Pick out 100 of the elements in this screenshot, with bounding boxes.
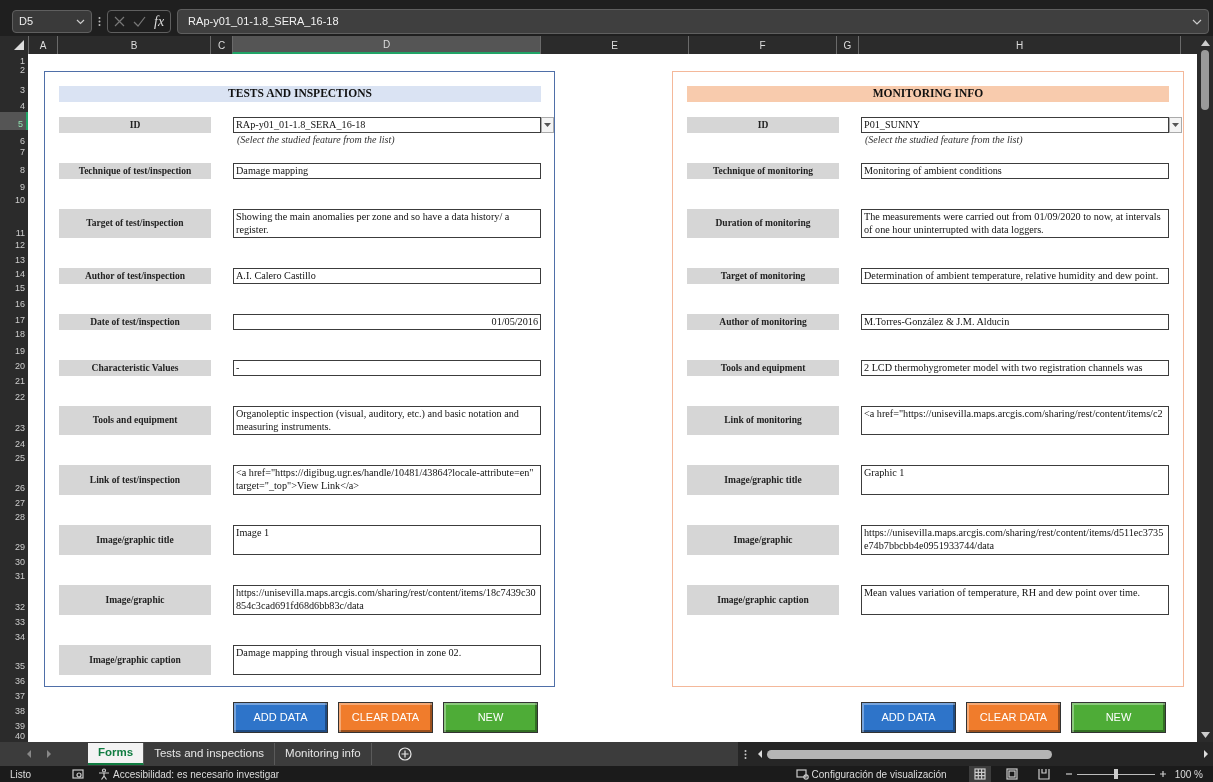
row-header[interactable]: 34 — [0, 628, 28, 643]
row-header[interactable]: 7 — [0, 147, 28, 158]
input-field[interactable]: M.Torres-González & J.M. Alducin — [861, 314, 1169, 330]
view-button[interactable] — [968, 766, 991, 782]
dropdown-field[interactable]: P01_SUNNY — [861, 117, 1169, 133]
row-header[interactable]: 18 — [0, 326, 28, 340]
row-header[interactable]: 1 — [0, 54, 28, 67]
row-header[interactable]: 37 — [0, 687, 28, 702]
input-field[interactable]: A.I. Calero Castillo — [233, 268, 541, 284]
row-header[interactable]: 17 — [0, 310, 28, 326]
row-header[interactable]: 3 — [0, 76, 28, 96]
macro-record-icon[interactable] — [72, 768, 84, 780]
input-field[interactable]: <a href="https://unisevilla.maps.arcgis.com/sharing/rest/content/items/c2 — [861, 406, 1169, 435]
next-sheet-icon[interactable] — [46, 750, 52, 758]
row-header[interactable]: 4 — [0, 96, 28, 112]
row-header[interactable]: 35 — [0, 643, 28, 672]
accessibility-icon[interactable] — [98, 768, 110, 780]
row-header[interactable]: 2 — [0, 67, 28, 76]
input-field[interactable]: Graphic 1 — [861, 465, 1169, 495]
select-all-icon[interactable] — [14, 40, 24, 50]
row-header[interactable]: 27 — [0, 494, 28, 509]
input-field[interactable]: The measurements were carried out from 01/09/2020 to now, at intervals of one hour uninterrupted with data loggers. — [861, 209, 1169, 238]
row-header[interactable]: 15 — [0, 280, 28, 294]
zoom-level[interactable]: 100 % — [1174, 766, 1203, 782]
input-field[interactable]: 2 LCD thermohygrometer model with two registration channels was — [861, 360, 1169, 376]
row-header[interactable]: 26 — [0, 464, 28, 494]
input-field[interactable]: https://unisevilla.maps.arcgis.com/sharing/rest/content/items/18c7439c30854c3cad691fd68d6bb83c/data — [233, 585, 541, 615]
scroll-down-icon[interactable] — [1200, 732, 1210, 738]
row-header[interactable]: 30 — [0, 553, 28, 568]
action-button[interactable]: ADD DATA — [233, 702, 328, 733]
scroll-up-icon[interactable] — [1200, 40, 1210, 46]
input-field[interactable]: Determination of ambient temperature, relative humidity and dew point. — [861, 268, 1169, 284]
row-header[interactable]: 29 — [0, 523, 28, 553]
row-header[interactable]: 10 — [0, 193, 28, 206]
row-header[interactable]: 11 — [0, 206, 28, 239]
row-header[interactable]: 20 — [0, 357, 28, 372]
row-header[interactable]: 24 — [0, 434, 28, 450]
row-header[interactable]: 6 — [0, 130, 28, 147]
insert-function-button[interactable]: fx — [154, 11, 165, 32]
dropdown-button[interactable] — [541, 117, 554, 133]
row-header[interactable]: 23 — [0, 403, 28, 434]
row-header[interactable]: 40 — [0, 732, 28, 742]
input-field[interactable]: Mean values variation of temperature, RH and dew point over time. — [861, 585, 1169, 615]
more-icon[interactable] — [744, 748, 747, 760]
row-header[interactable]: 25 — [0, 450, 28, 464]
caret-icon — [1172, 123, 1179, 127]
row-header[interactable]: 32 — [0, 582, 28, 613]
row-header[interactable]: 38 — [0, 702, 28, 717]
sheet-tab[interactable]: Tests and inspections — [144, 743, 276, 765]
row-header[interactable]: 33 — [0, 613, 28, 628]
scrollbar-thumb[interactable] — [767, 749, 1052, 759]
input-field[interactable]: https://unisevilla.maps.arcgis.com/sharing/rest/content/items/d511ec3735e74b7bbcbb4e0951933744/data — [861, 525, 1169, 555]
row-header[interactable]: 5 — [0, 112, 28, 130]
scroll-left-icon[interactable] — [757, 750, 763, 758]
row-header[interactable]: 21 — [0, 372, 28, 387]
dropdown-field[interactable]: RAp-y01_01-1.8_SERA_16-18 — [233, 117, 541, 133]
row-header[interactable]: 22 — [0, 387, 28, 403]
row-header[interactable]: 8 — [0, 158, 28, 176]
column-header[interactable]: D — [232, 36, 540, 54]
accessibility-status[interactable]: Accesibilidad: es necesario investigar — [113, 766, 280, 782]
chevron-icon[interactable] — [76, 18, 85, 25]
add-sheet-icon[interactable] — [397, 747, 412, 761]
input-field[interactable]: <a href="https://digibug.ugr.es/handle/10481/43864?locale-attribute=en" target="_top">View Link</a> — [233, 465, 541, 495]
input-field[interactable]: Showing the main anomalies per zone and so have a data history/ a register. — [233, 209, 541, 238]
input-field[interactable]: 01/05/2016 — [233, 314, 541, 330]
zoom-out-icon[interactable] — [1064, 770, 1073, 778]
scrollbar-thumb[interactable] — [1201, 50, 1209, 110]
input-field[interactable]: Damage mapping — [233, 163, 541, 179]
sheet-tab[interactable]: Forms — [88, 743, 145, 765]
check-icon[interactable] — [133, 16, 146, 27]
input-field[interactable]: - — [233, 360, 541, 376]
display-settings-link[interactable]: Configuración de visualización — [811, 766, 947, 782]
dropdown-button[interactable] — [1169, 117, 1182, 133]
input-field[interactable]: Damage mapping through visual inspection in zone 02. — [233, 645, 541, 675]
input-field[interactable]: Monitoring of ambient conditions — [861, 163, 1169, 179]
slider-thumb[interactable] — [1113, 768, 1118, 779]
row-header[interactable]: 12 — [0, 239, 28, 251]
display-settings-icon[interactable] — [795, 768, 809, 780]
input-field[interactable]: Image 1 — [233, 525, 541, 555]
scroll-right-icon[interactable] — [1203, 750, 1209, 758]
vertical-scrollbar[interactable] — [1197, 36, 1213, 742]
chevron-icon[interactable] — [1192, 18, 1202, 25]
row-header[interactable]: 9 — [0, 176, 28, 193]
row-header[interactable]: 14 — [0, 266, 28, 280]
row-header[interactable]: 13 — [0, 251, 28, 266]
row-header[interactable]: 39 — [0, 717, 28, 732]
zoom-in-icon[interactable] — [1158, 770, 1167, 778]
row-header[interactable]: 36 — [0, 672, 28, 687]
name-box[interactable]: D5 — [12, 10, 92, 33]
sheet-tab[interactable]: Monitoring info — [275, 743, 372, 765]
previous-sheet-icon[interactable] — [26, 750, 32, 758]
input-field[interactable]: Organoleptic inspection (visual, auditory, etc.) and basic notation and measuring instruments. — [233, 406, 541, 435]
action-button[interactable]: ADD DATA — [861, 702, 956, 733]
close-icon[interactable] — [114, 16, 125, 27]
row-header[interactable]: 31 — [0, 568, 28, 582]
more-icon[interactable] — [98, 16, 101, 27]
formula-field[interactable]: RAp-y01_01-1.8_SERA_16-18 — [177, 9, 1209, 34]
row-header[interactable]: 19 — [0, 340, 28, 357]
row-header[interactable]: 16 — [0, 294, 28, 310]
row-header[interactable]: 28 — [0, 509, 28, 523]
